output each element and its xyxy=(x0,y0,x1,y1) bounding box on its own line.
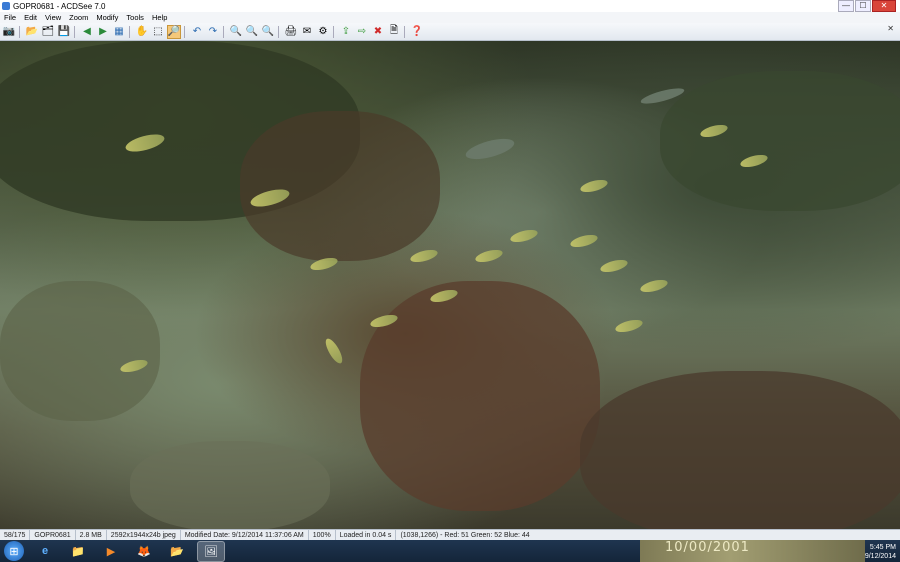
close-document-icon[interactable]: ✕ xyxy=(887,24,894,33)
fish xyxy=(509,227,539,245)
internet-explorer-icon[interactable]: e xyxy=(32,542,58,561)
rotate-left-icon[interactable]: ↶ xyxy=(190,25,204,39)
fish xyxy=(474,247,504,265)
acdsee-icon[interactable]: 🖼 xyxy=(197,540,225,562)
maximize-button[interactable]: ☐ xyxy=(855,0,871,12)
toolbar-separator xyxy=(129,25,130,38)
system-clock[interactable]: 5:45 PM 9/12/2014 xyxy=(865,543,896,561)
print-icon[interactable]: 🖨 xyxy=(284,25,298,39)
move-to-icon[interactable]: ⇨ xyxy=(355,25,369,39)
image-viewer[interactable] xyxy=(0,41,900,529)
fish xyxy=(409,247,439,265)
acquire-icon[interactable]: 📷 xyxy=(2,25,16,39)
fish xyxy=(639,277,669,295)
menu-edit[interactable]: Edit xyxy=(20,12,41,23)
menu-help[interactable]: Help xyxy=(148,12,171,23)
zoom-in-icon[interactable]: 🔍 xyxy=(229,25,243,39)
menu-file[interactable]: File xyxy=(0,12,20,23)
menu-tools[interactable]: Tools xyxy=(122,12,148,23)
help-icon[interactable]: ❓ xyxy=(410,25,424,39)
zoom-tool-icon[interactable]: 🔎 xyxy=(167,24,181,39)
toolbar-separator xyxy=(74,25,75,38)
delete-icon[interactable]: ✖ xyxy=(371,25,385,39)
clock-date: 9/12/2014 xyxy=(864,553,896,560)
rotate-right-icon[interactable]: ↷ xyxy=(206,25,220,39)
clock-time: 5:45 PM xyxy=(869,544,896,551)
toolbar: 📷 📂 🗂 💾 ◀ ▶ ▦ ✋ ⬚ 🔎 ↶ ↷ 🔍 🔍 🔍 🖨 ✉ ⚙ ⇪ ⇨ … xyxy=(0,23,900,41)
toolbar-separator xyxy=(184,25,185,38)
menu-view[interactable]: View xyxy=(41,12,65,23)
folder-icon[interactable]: 📂 xyxy=(164,542,190,561)
tools-icon[interactable]: ⚙ xyxy=(316,25,330,39)
open-icon[interactable]: 📂 xyxy=(25,25,39,39)
fish xyxy=(599,257,629,275)
fish xyxy=(463,134,517,164)
coral-rock xyxy=(660,71,900,211)
overlay-date-stamp: 10/00/2001 xyxy=(665,540,750,555)
copy-to-icon[interactable]: ⇪ xyxy=(339,25,353,39)
file-explorer-icon[interactable]: 📁 xyxy=(65,542,91,561)
properties-icon[interactable]: 🗎 xyxy=(387,25,401,39)
coral-rock xyxy=(130,441,330,529)
toolbar-separator xyxy=(223,25,224,38)
media-player-icon[interactable]: ▶ xyxy=(98,542,124,561)
coral-rock xyxy=(0,281,160,421)
toolbar-separator xyxy=(278,25,279,38)
coral-rock xyxy=(240,111,440,261)
browse-icon[interactable]: 🗂 xyxy=(41,25,55,39)
select-tool-icon[interactable]: ⬚ xyxy=(151,25,165,39)
close-button[interactable]: ✕ xyxy=(872,0,896,12)
acdsee-window: GOPR0681 - ACDSee 7.0 — ☐ ✕ File Edit Vi… xyxy=(0,0,900,541)
menu-zoom[interactable]: Zoom xyxy=(65,12,92,23)
fish xyxy=(322,336,346,366)
previous-icon[interactable]: ◀ xyxy=(80,25,94,39)
window-title: GOPR0681 - ACDSee 7.0 xyxy=(13,1,106,11)
menu-modify[interactable]: Modify xyxy=(92,12,122,23)
toolbar-separator xyxy=(333,25,334,38)
fish xyxy=(614,317,644,335)
toolbar-separator xyxy=(19,25,20,38)
toolbar-separator xyxy=(404,25,405,38)
coral-rock xyxy=(580,371,900,529)
email-icon[interactable]: ✉ xyxy=(300,25,314,39)
fish xyxy=(569,232,599,250)
start-button[interactable]: ⊞ xyxy=(4,541,24,561)
fish xyxy=(579,177,609,195)
title-bar: GOPR0681 - ACDSee 7.0 — ☐ ✕ xyxy=(0,0,900,12)
next-icon[interactable]: ▶ xyxy=(96,25,110,39)
firefox-icon[interactable]: 🦊 xyxy=(131,542,157,561)
zoom-out-icon[interactable]: 🔍 xyxy=(245,25,259,39)
hand-tool-icon[interactable]: ✋ xyxy=(135,25,149,39)
save-icon[interactable]: 💾 xyxy=(57,25,71,39)
app-icon xyxy=(2,2,10,10)
slideshow-icon[interactable]: ▦ xyxy=(112,25,126,39)
zoom-fit-icon[interactable]: 🔍 xyxy=(261,25,275,39)
menu-bar: File Edit View Zoom Modify Tools Help xyxy=(0,12,900,23)
minimize-button[interactable]: — xyxy=(838,0,854,12)
